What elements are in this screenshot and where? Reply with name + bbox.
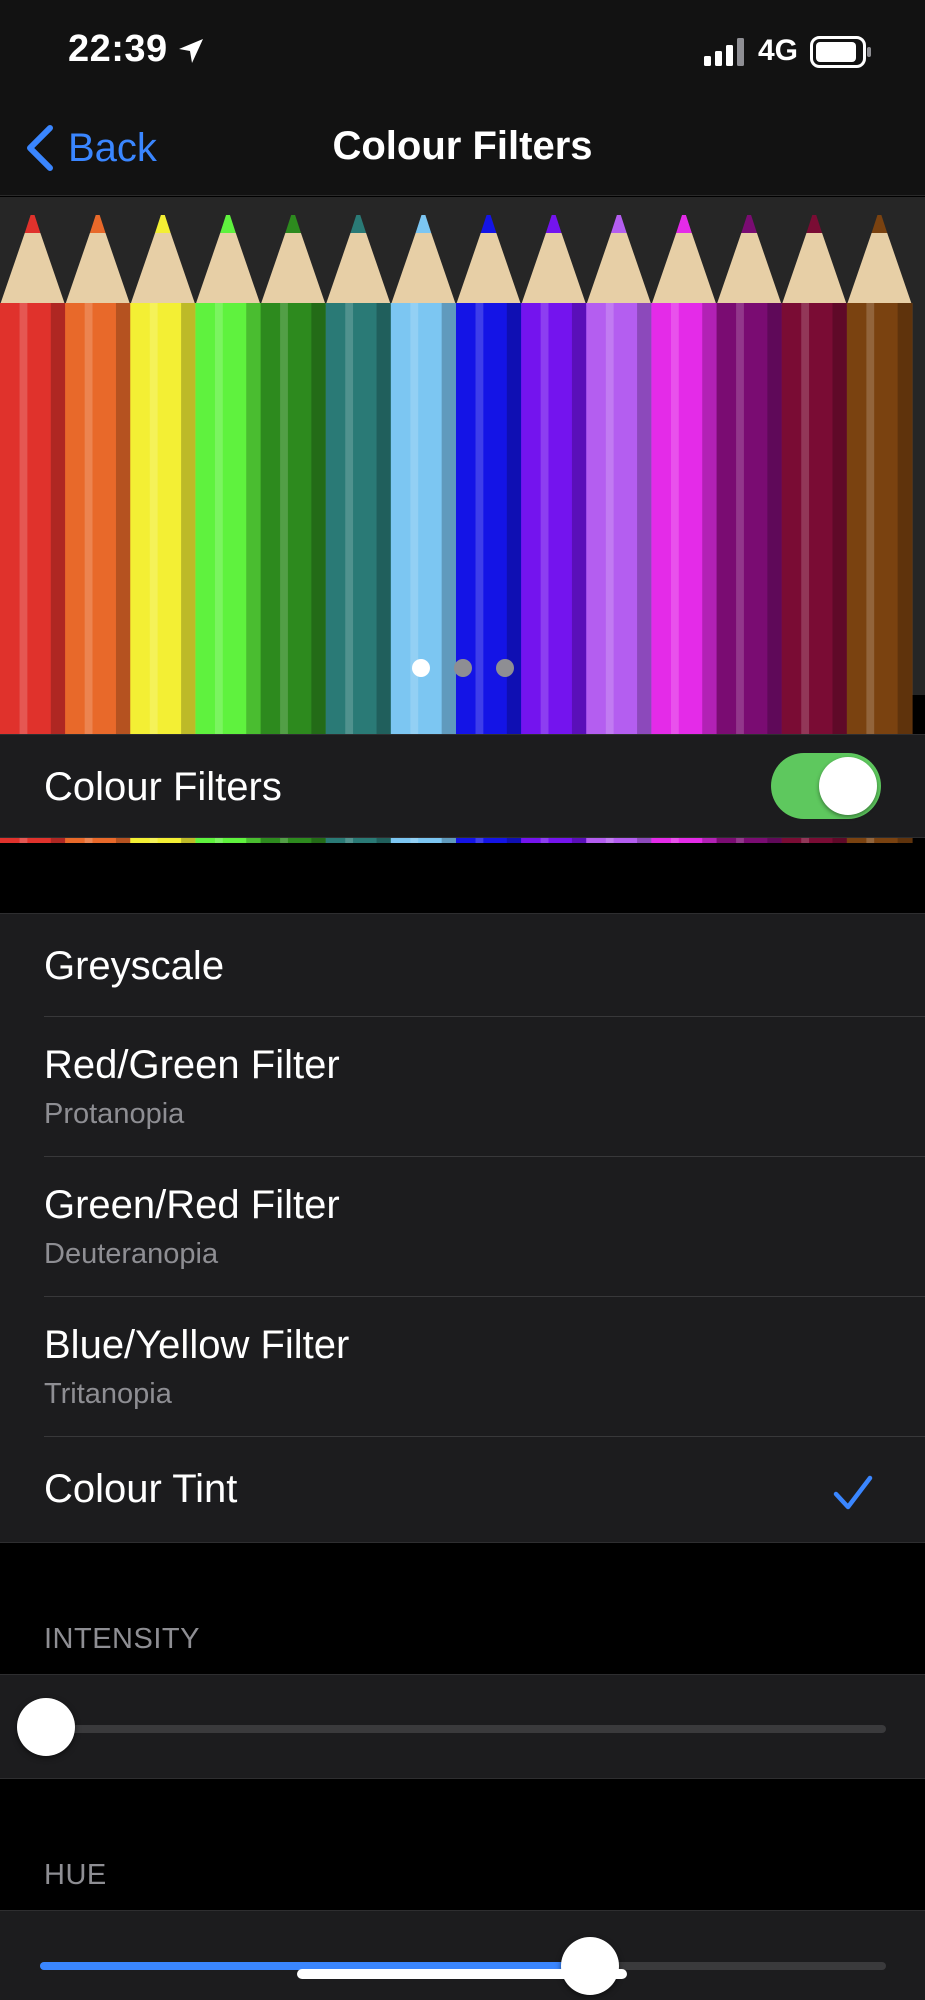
filter-option-label: Greyscale [44, 944, 225, 988]
back-button[interactable]: Back [24, 120, 157, 176]
filter-option-blue-yellow[interactable]: Blue/Yellow Filter Tritanopia [0, 1297, 925, 1437]
checkmark-icon [833, 1475, 873, 1510]
hue-slider-thumb[interactable] [560, 1937, 619, 1995]
intensity-header: INTENSITY [44, 1623, 200, 1655]
colour-filters-toggle-group: Colour Filters [0, 734, 925, 838]
status-time: 22:39 [68, 28, 168, 70]
navigation-bar: Colour Filters Back [0, 100, 925, 196]
back-label: Back [68, 125, 157, 170]
filter-option-red-green[interactable]: Red/Green Filter Protanopia [0, 1017, 925, 1157]
page-dot[interactable] [453, 659, 472, 677]
home-indicator[interactable] [297, 1969, 627, 1979]
status-bar: 22:39 4G [0, 0, 925, 100]
colour-filters-switch[interactable] [771, 753, 881, 819]
hue-slider-group [0, 1910, 925, 2000]
filter-option-sublabel: Protanopia [44, 1098, 185, 1130]
intensity-slider-group [0, 1674, 925, 1779]
page-indicator[interactable] [0, 659, 925, 677]
filter-option-label: Green/Red Filter [44, 1183, 340, 1227]
signal-bars-icon [704, 38, 744, 66]
filter-option-colour-tint[interactable]: Colour Tint [0, 1437, 925, 1542]
switch-knob [819, 757, 877, 815]
network-type: 4G [758, 34, 799, 67]
filter-options-list: Greyscale Red/Green Filter Protanopia Gr… [0, 913, 925, 1543]
chevron-left-icon [27, 125, 53, 171]
page-dot[interactable] [411, 659, 430, 677]
filter-option-greyscale[interactable]: Greyscale [0, 914, 925, 1017]
hue-header: HUE [44, 1859, 107, 1891]
filter-option-label: Colour Tint [44, 1467, 238, 1511]
filter-option-sublabel: Tritanopia [44, 1378, 172, 1410]
page-dot[interactable] [495, 659, 514, 677]
intensity-slider-track[interactable] [40, 1725, 886, 1733]
colour-filters-toggle-label: Colour Filters [44, 765, 282, 809]
filter-option-label: Blue/Yellow Filter [44, 1323, 350, 1367]
filter-option-sublabel: Deuteranopia [44, 1238, 219, 1270]
battery-icon [810, 36, 871, 68]
filter-preview-carousel[interactable] [0, 197, 925, 843]
colour-filters-toggle-row: Colour Filters [0, 735, 925, 837]
intensity-slider-thumb[interactable] [17, 1698, 75, 1756]
location-arrow-icon [179, 39, 203, 63]
filter-option-green-red[interactable]: Green/Red Filter Deuteranopia [0, 1157, 925, 1297]
filter-option-label: Red/Green Filter [44, 1043, 340, 1087]
